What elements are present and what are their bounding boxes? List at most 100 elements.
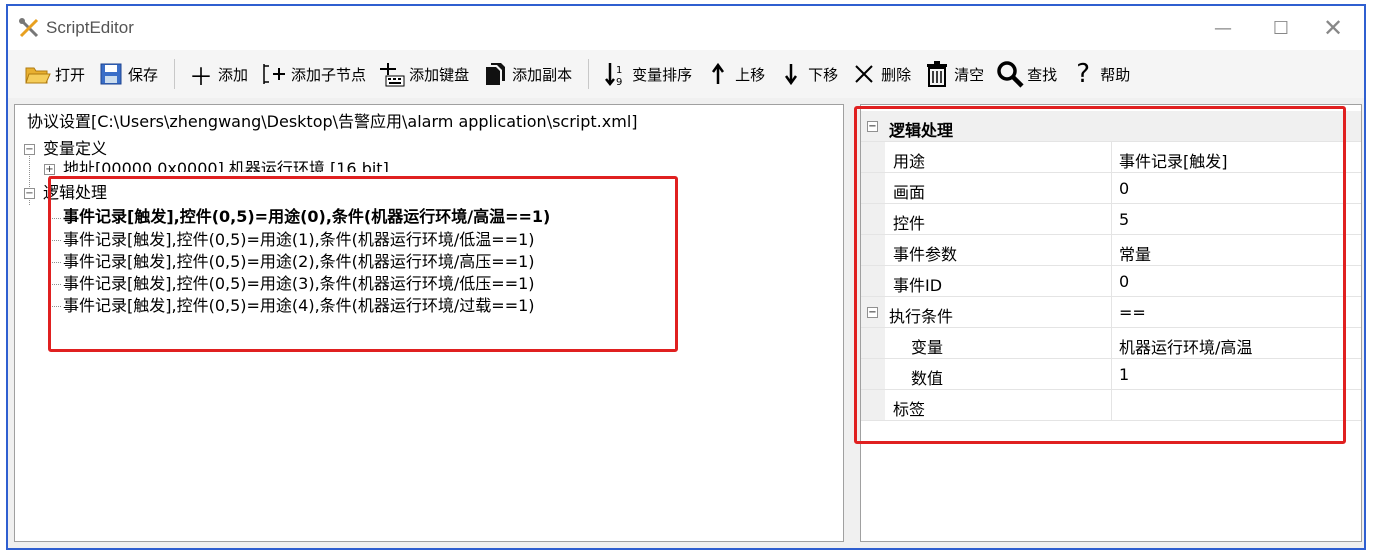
tree-node-logic-label: 逻辑处理 bbox=[43, 183, 108, 202]
sort-variables-label: 变量排序 bbox=[632, 65, 693, 84]
property-divider bbox=[1111, 235, 1112, 265]
tree-event-item[interactable]: 事件记录[触发],控件(0,5)=用途(4),条件(机器运行环境/过载==1) bbox=[63, 295, 535, 317]
question-icon: ? bbox=[1076, 59, 1091, 89]
help-label: 帮助 bbox=[1100, 65, 1131, 84]
property-row[interactable]: 用途 事件记录[触发] bbox=[861, 142, 1361, 173]
tree-event-item[interactable]: 事件记录[触发],控件(0,5)=用途(2),条件(机器运行环境/高压==1) bbox=[63, 251, 535, 273]
title-bar: ScriptEditor — ☐ ✕ bbox=[8, 6, 1364, 50]
trash-icon bbox=[923, 60, 951, 88]
property-name: 事件参数 bbox=[893, 245, 958, 264]
property-name: 数值 bbox=[911, 369, 944, 388]
property-row[interactable]: 标签 bbox=[861, 390, 1361, 421]
event-label: 事件记录[触发],控件(0,5)=用途(3),条件(机器运行环境/低压==1) bbox=[63, 274, 535, 293]
property-gutter bbox=[861, 142, 885, 172]
x-icon bbox=[850, 60, 878, 88]
tree-guide-line bbox=[49, 262, 61, 263]
property-name: 变量 bbox=[911, 338, 944, 357]
add-keyboard-button[interactable]: 添加键盘 bbox=[374, 56, 473, 92]
tree-node-address[interactable]: 地址[00000,0x0000],机器运行环境,[16 bit] bbox=[63, 158, 389, 172]
move-down-button[interactable]: 下移 bbox=[773, 56, 842, 92]
add-child-icon bbox=[260, 60, 288, 88]
tree-root-node[interactable]: 协议设置[C:\Users\zhengwang\Desktop\告警应用\ala… bbox=[27, 111, 638, 133]
tree-node-logic[interactable]: 逻辑处理 bbox=[43, 182, 107, 204]
property-row[interactable]: 画面 0 bbox=[861, 173, 1361, 204]
property-divider bbox=[1111, 359, 1112, 389]
add-copy-button[interactable]: 添加副本 bbox=[477, 56, 576, 92]
property-category-label: 逻辑处理 bbox=[889, 121, 954, 140]
clear-label: 清空 bbox=[954, 65, 985, 84]
property-category-row[interactable]: − 逻辑处理 bbox=[861, 111, 1361, 142]
collapse-icon[interactable]: − bbox=[24, 144, 35, 155]
collapse-icon[interactable]: − bbox=[24, 188, 35, 199]
search-icon bbox=[996, 60, 1024, 88]
property-value[interactable]: 1 bbox=[1119, 365, 1129, 384]
delete-label: 删除 bbox=[881, 65, 912, 84]
property-name: 执行条件 bbox=[889, 307, 954, 326]
property-row[interactable]: 控件 5 bbox=[861, 204, 1361, 235]
find-button[interactable]: 查找 bbox=[992, 56, 1061, 92]
folder-open-icon bbox=[24, 60, 52, 88]
toolbar: 打开 保存 ＋ 添加 添加子节点 添加键盘 添加副本 1 9 变量排序 上移 下… bbox=[8, 50, 1364, 98]
property-row[interactable]: 数值 1 bbox=[861, 359, 1361, 390]
property-row[interactable]: 事件参数 常量 bbox=[861, 235, 1361, 266]
pane-splitter[interactable] bbox=[844, 104, 860, 542]
save-label: 保存 bbox=[128, 65, 159, 84]
collapse-icon[interactable]: − bbox=[867, 121, 878, 132]
property-divider bbox=[1111, 266, 1112, 296]
property-condition-row[interactable]: − 执行条件 == bbox=[861, 297, 1361, 328]
copy-icon bbox=[481, 60, 509, 88]
arrow-up-icon bbox=[704, 60, 732, 88]
property-row[interactable]: 变量 机器运行环境/高温 bbox=[861, 328, 1361, 359]
property-divider bbox=[1111, 390, 1112, 420]
open-button[interactable]: 打开 bbox=[20, 56, 89, 92]
property-value[interactable]: == bbox=[1119, 303, 1146, 322]
move-up-button[interactable]: 上移 bbox=[700, 56, 769, 92]
property-value[interactable]: 5 bbox=[1119, 210, 1129, 229]
sort-variables-button[interactable]: 19 变量排序 bbox=[597, 56, 696, 92]
property-name: 标签 bbox=[893, 400, 926, 419]
add-child-button[interactable]: 添加子节点 bbox=[256, 56, 370, 92]
delete-button[interactable]: 删除 bbox=[846, 56, 915, 92]
help-button[interactable]: ? 帮助 bbox=[1065, 56, 1134, 92]
property-gutter bbox=[861, 204, 885, 234]
property-value[interactable]: 0 bbox=[1119, 179, 1129, 198]
property-row[interactable]: 事件ID 0 bbox=[861, 266, 1361, 297]
property-value[interactable]: 机器运行环境/高温 bbox=[1119, 334, 1252, 358]
add-child-label: 添加子节点 bbox=[291, 65, 367, 84]
plus-icon: ＋ bbox=[189, 62, 214, 91]
tree-node-variables[interactable]: 变量定义 bbox=[43, 138, 107, 160]
toolbar-separator bbox=[588, 59, 590, 89]
property-value[interactable]: 事件记录[触发] bbox=[1119, 148, 1228, 172]
add-keyboard-icon bbox=[378, 60, 406, 88]
tree-event-item[interactable]: 事件记录[触发],控件(0,5)=用途(1),条件(机器运行环境/低温==1) bbox=[63, 229, 535, 251]
toolbar-separator bbox=[174, 59, 176, 89]
property-grid[interactable]: − 逻辑处理 用途 事件记录[触发] 画面 0 控件 5 事件参数 常量 事件I… bbox=[860, 104, 1362, 542]
clear-button[interactable]: 清空 bbox=[919, 56, 988, 92]
add-button[interactable]: ＋ 添加 bbox=[183, 56, 252, 92]
tree-event-item[interactable]: 事件记录[触发],控件(0,5)=用途(3),条件(机器运行环境/低压==1) bbox=[63, 273, 535, 295]
tree-event-item-selected[interactable]: 事件记录[触发],控件(0,5)=用途(0),条件(机器运行环境/高温==1) bbox=[63, 206, 550, 228]
close-button[interactable]: ✕ bbox=[1310, 12, 1356, 44]
script-tree[interactable]: 协议设置[C:\Users\zhengwang\Desktop\告警应用\ala… bbox=[14, 104, 844, 542]
minimize-button[interactable]: — bbox=[1200, 12, 1246, 44]
svg-text:1: 1 bbox=[616, 65, 622, 76]
move-down-label: 下移 bbox=[808, 65, 839, 84]
open-label: 打开 bbox=[55, 65, 86, 84]
property-value[interactable]: 常量 bbox=[1119, 241, 1151, 265]
maximize-button[interactable]: ☐ bbox=[1258, 12, 1304, 44]
property-divider bbox=[1111, 204, 1112, 234]
tree-guide-line bbox=[49, 240, 61, 241]
find-label: 查找 bbox=[1027, 65, 1058, 84]
property-value[interactable]: 0 bbox=[1119, 272, 1129, 291]
save-button[interactable]: 保存 bbox=[93, 56, 162, 92]
tree-root-label: 协议设置[C:\Users\zhengwang\Desktop\告警应用\ala… bbox=[27, 112, 638, 131]
property-divider bbox=[1111, 142, 1112, 172]
property-gutter bbox=[861, 173, 885, 203]
script-editor-window: ScriptEditor — ☐ ✕ 打开 保存 ＋ 添加 添加子节点 添加键盘… bbox=[6, 4, 1366, 550]
move-up-label: 上移 bbox=[735, 65, 766, 84]
collapse-icon[interactable]: − bbox=[867, 307, 878, 318]
event-label: 事件记录[触发],控件(0,5)=用途(4),条件(机器运行环境/过载==1) bbox=[63, 296, 535, 315]
property-gutter bbox=[861, 390, 885, 420]
expand-icon[interactable]: + bbox=[44, 164, 55, 175]
property-gutter bbox=[861, 328, 885, 358]
